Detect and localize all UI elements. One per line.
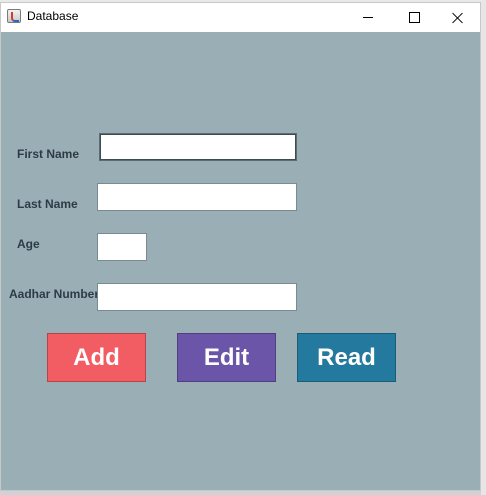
close-button[interactable] — [435, 3, 481, 32]
window-title: Database — [27, 9, 79, 23]
database-window: Database First Name Last Name Age Aadhar… — [0, 2, 481, 491]
close-icon — [452, 12, 464, 24]
first-name-field[interactable] — [99, 133, 297, 161]
edit-button-label: Edit — [203, 343, 250, 371]
aadhar-number-field[interactable] — [97, 283, 297, 311]
edit-button[interactable]: Edit — [177, 333, 276, 382]
last-name-field[interactable] — [97, 183, 297, 211]
java-cup-icon — [7, 9, 21, 23]
minimize-button[interactable] — [345, 3, 391, 32]
first-name-label: First Name — [17, 147, 80, 161]
add-button[interactable]: Add — [47, 333, 146, 382]
background-window-edge — [481, 0, 486, 495]
maximize-icon — [408, 12, 420, 23]
minimize-icon — [363, 17, 373, 18]
add-button-label: Add — [73, 343, 120, 371]
read-button-label: Read — [317, 343, 376, 371]
age-field[interactable] — [97, 233, 147, 261]
read-button[interactable]: Read — [297, 333, 396, 382]
title-bar[interactable]: Database — [1, 3, 480, 32]
screen: Database First Name Last Name Age Aadhar… — [0, 0, 486, 495]
aadhar-number-label: Aadhar Number — [9, 287, 100, 301]
last-name-label: Last Name — [17, 197, 78, 211]
age-label: Age — [17, 237, 40, 251]
maximize-button[interactable] — [391, 3, 437, 32]
